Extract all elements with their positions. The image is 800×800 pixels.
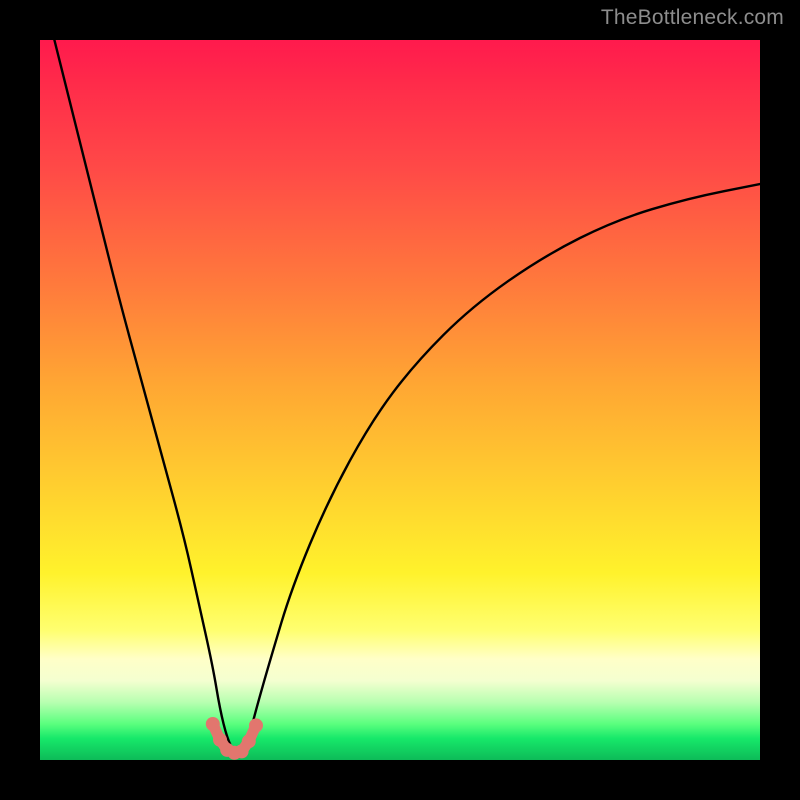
optimal-marker-group (206, 717, 263, 760)
optimal-marker-dot (242, 734, 256, 748)
curve-layer (40, 40, 760, 760)
optimal-marker-dot (249, 718, 263, 732)
chart-frame: TheBottleneck.com (0, 0, 800, 800)
plot-area (40, 40, 760, 760)
bottleneck-curve (54, 40, 760, 753)
optimal-marker-dot (206, 717, 220, 731)
watermark-text: TheBottleneck.com (601, 6, 784, 30)
